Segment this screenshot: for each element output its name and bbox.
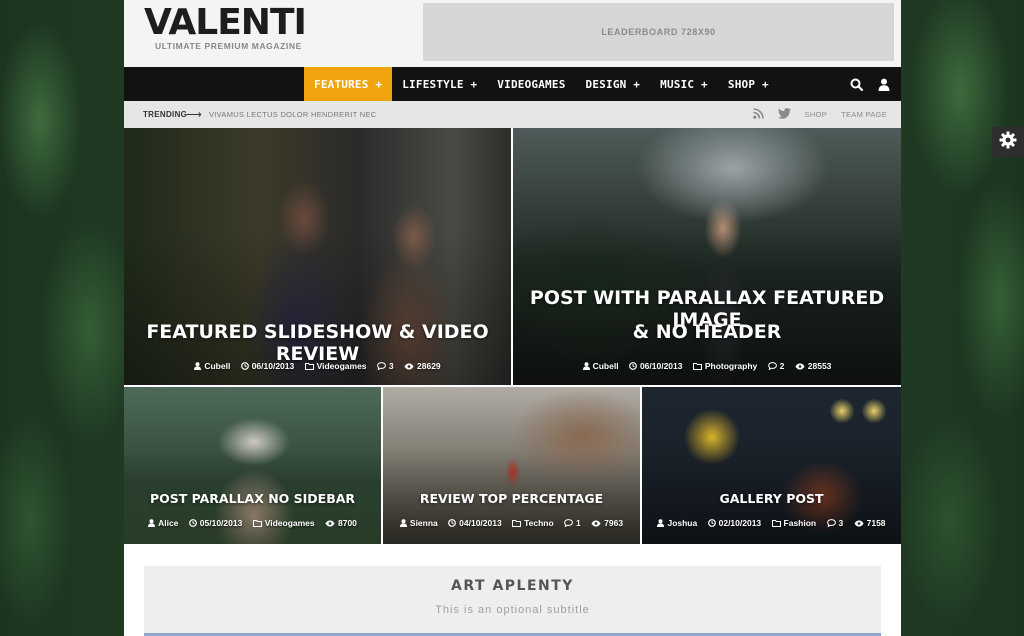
user-icon (399, 518, 407, 529)
nav-item-music[interactable]: MUSIC + (650, 67, 718, 101)
eye-icon (591, 519, 601, 529)
arrow-right-icon: ⟶ (186, 109, 202, 121)
clock-icon (707, 518, 716, 529)
trending-bar: TRENDING ⟶ VIVAMUS LECTUS DOLOR HENDRERI… (124, 101, 901, 128)
trending-link-shop[interactable]: SHOP (805, 110, 827, 119)
post-category[interactable]: Techno (524, 518, 554, 528)
page-container: VALENTI ULTIMATE PREMIUM MAGAZINE LEADER… (124, 0, 901, 636)
site-logo[interactable]: VALENTI ULTIMATE PREMIUM MAGAZINE (144, 2, 307, 52)
section-title: ART APLENTY (451, 578, 574, 594)
comment-icon (767, 361, 777, 372)
post-comments[interactable]: 1 (576, 518, 581, 528)
post-date: 06/10/2013 (251, 361, 295, 371)
trending-headline[interactable]: VIVAMUS LECTUS DOLOR HENDRERIT NEC (209, 101, 376, 128)
featured-meta-2: Cubell 06/10/2013 Photography 2 28553 (513, 361, 901, 372)
comment-icon (377, 361, 386, 372)
post-date: 04/10/2013 (459, 518, 502, 528)
featured-tile-5[interactable]: GALLERY POST Joshua 02/10/2013 Fashion 3… (642, 387, 901, 544)
featured-title-1[interactable]: FEATURED SLIDESHOW & VIDEO REVIEW (124, 321, 511, 365)
clock-icon (629, 361, 637, 372)
main-nav: FEATURES + LIFESTYLE + VIDEOGAMES DESIGN… (124, 67, 901, 101)
post-author[interactable]: Cubell (593, 361, 619, 371)
folder-icon (304, 362, 314, 372)
trending-label: TRENDING (143, 110, 188, 119)
featured-tile-2[interactable]: POST WITH PARALLAX FEATURED IMAGE & NO H… (513, 128, 901, 385)
post-author[interactable]: Joshua (667, 518, 697, 528)
folder-icon (512, 519, 522, 529)
featured-title-4[interactable]: REVIEW TOP PERCENTAGE (383, 491, 640, 506)
nav-item-videogames[interactable]: VIDEOGAMES (487, 67, 575, 101)
search-icon[interactable] (849, 77, 863, 91)
folder-icon (252, 519, 262, 529)
post-views: 8700 (338, 518, 357, 528)
clock-icon (448, 518, 457, 529)
featured-meta-5: Joshua 02/10/2013 Fashion 3 7158 (642, 518, 901, 529)
twitter-icon[interactable] (777, 106, 791, 124)
logo-title: VALENTI (144, 2, 307, 43)
post-author[interactable]: Sienna (410, 518, 438, 528)
featured-tile-4[interactable]: REVIEW TOP PERCENTAGE Sienna 04/10/2013 … (383, 387, 640, 544)
rss-icon[interactable] (752, 106, 764, 124)
nav-item-design[interactable]: DESIGN + (576, 67, 651, 101)
post-category[interactable]: Videogames (317, 361, 367, 371)
post-views: 28629 (417, 361, 441, 371)
featured-title-5[interactable]: GALLERY POST (642, 491, 901, 506)
post-comments[interactable]: 3 (389, 361, 394, 371)
clock-icon (188, 518, 197, 529)
featured-meta-4: Sienna 04/10/2013 Techno 1 7963 (383, 518, 640, 529)
post-comments[interactable]: 2 (780, 361, 785, 371)
featured-title-2-line-2[interactable]: & NO HEADER (513, 321, 901, 343)
art-section-header: ART APLENTY This is an optional subtitle (144, 566, 881, 636)
post-comments[interactable]: 3 (839, 518, 844, 528)
featured-title-3[interactable]: POST PARALLAX NO SIDEBAR (124, 491, 381, 506)
clock-icon (240, 361, 249, 372)
post-category[interactable]: Fashion (784, 518, 817, 528)
settings-button[interactable] (992, 127, 1024, 157)
post-views: 7158 (866, 518, 886, 528)
post-views: 28553 (807, 361, 832, 371)
featured-tile-1[interactable]: FEATURED SLIDESHOW & VIDEO REVIEW Cubell… (124, 128, 511, 385)
comment-icon (564, 518, 573, 529)
logo-subtitle: ULTIMATE PREMIUM MAGAZINE (155, 41, 302, 51)
post-date: 02/10/2013 (718, 518, 762, 528)
user-icon[interactable] (877, 77, 891, 91)
comment-icon (826, 518, 836, 529)
site-header: VALENTI ULTIMATE PREMIUM MAGAZINE LEADER… (124, 0, 901, 67)
post-category[interactable]: Videogames (265, 518, 315, 528)
eye-icon (325, 519, 335, 529)
eye-icon (404, 362, 414, 372)
leaderboard-ad[interactable]: LEADERBOARD 728X90 (423, 3, 894, 61)
featured-meta-1: Cubell 06/10/2013 Videogames 3 28629 (124, 361, 511, 372)
trending-link-team-page[interactable]: TEAM PAGE (841, 110, 887, 119)
gear-icon (999, 131, 1017, 154)
featured-tile-3[interactable]: POST PARALLAX NO SIDEBAR Alice 05/10/201… (124, 387, 381, 544)
user-icon (194, 361, 202, 372)
post-category[interactable]: Photography (705, 361, 757, 371)
nav-item-shop[interactable]: SHOP + (718, 67, 779, 101)
post-date: 05/10/2013 (199, 518, 243, 528)
nav-item-lifestyle[interactable]: LIFESTYLE + (392, 67, 487, 101)
folder-icon (771, 519, 781, 529)
section-subtitle: This is an optional subtitle (435, 604, 590, 616)
eye-icon (795, 362, 805, 372)
post-author[interactable]: Cubell (204, 361, 230, 371)
tile-shade (513, 128, 901, 385)
featured-meta-3: Alice 05/10/2013 Videogames 8700 (124, 518, 381, 529)
eye-icon (854, 519, 864, 529)
nav-item-features[interactable]: FEATURES + (304, 67, 393, 101)
post-date: 06/10/2013 (639, 361, 683, 371)
user-icon (657, 518, 665, 529)
user-icon (582, 361, 590, 372)
user-icon (148, 518, 156, 529)
post-author[interactable]: Alice (158, 518, 178, 528)
post-views: 7963 (604, 518, 624, 528)
folder-icon (692, 362, 702, 372)
